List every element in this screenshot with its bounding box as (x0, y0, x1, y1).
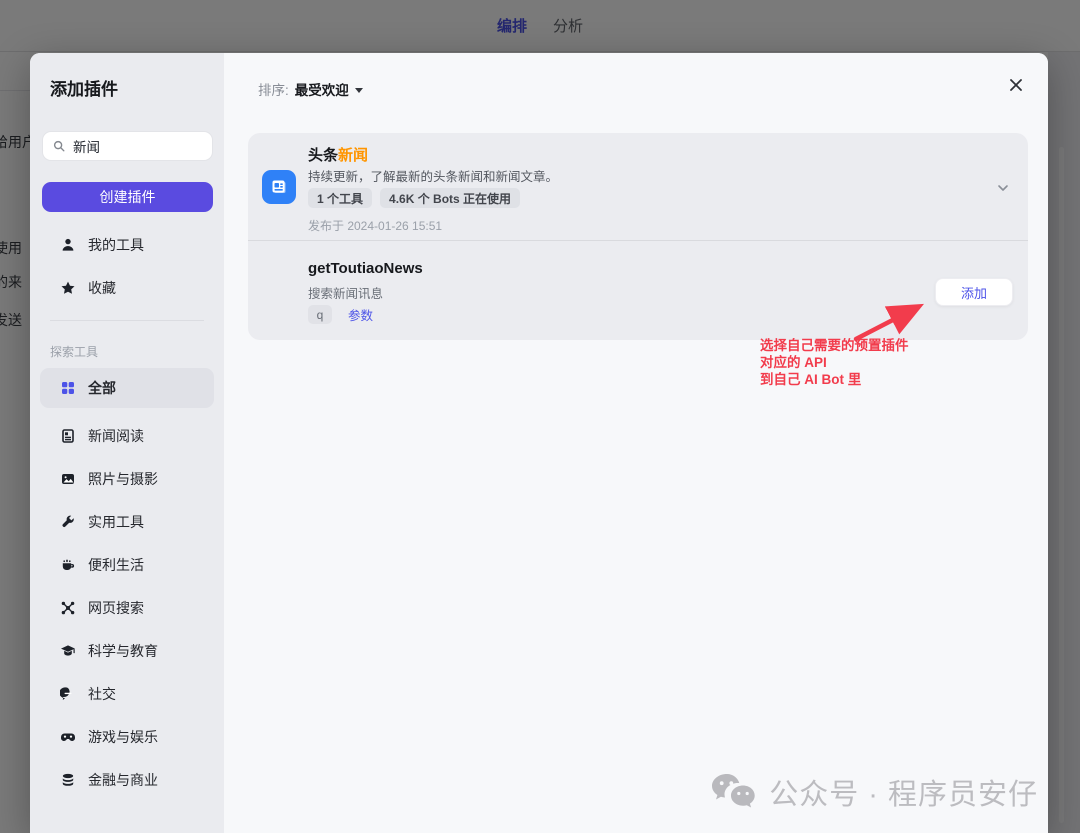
sidebar-item-social[interactable]: 社交 (40, 674, 214, 714)
news-icon (60, 428, 76, 444)
sidebar-item-favorites[interactable]: 收藏 (40, 268, 214, 308)
grid-icon (60, 380, 76, 396)
sidebar-item-label: 我的工具 (88, 237, 144, 253)
plugin-logo-icon (262, 170, 296, 204)
search-icon (52, 139, 66, 153)
education-icon (60, 643, 76, 659)
tool-name: getToutiaoNews (308, 260, 423, 277)
chevron-down-icon (354, 87, 363, 93)
sidebar-item-label: 收藏 (88, 280, 116, 296)
sidebar-item-daily-life[interactable]: 便利生活 (40, 545, 214, 585)
cup-icon (60, 557, 76, 573)
coins-icon (60, 772, 76, 788)
plugin-description: 持续更新，了解最新的头条新闻和新闻文章。 (308, 170, 559, 184)
sidebar-item-my-tools[interactable]: 我的工具 (40, 225, 214, 265)
modal-title: 添加插件 (50, 80, 118, 99)
explore-tools-section-label: 探索工具 (50, 345, 99, 359)
wrench-icon (60, 514, 76, 530)
wechat-icon (709, 772, 757, 812)
sidebar-item-label: 照片与摄影 (88, 471, 158, 487)
sidebar-item-finance-business[interactable]: 金融与商业 (40, 760, 214, 800)
collapse-chevron-icon[interactable] (995, 180, 1011, 201)
close-icon (1010, 79, 1022, 91)
close-button[interactable] (1006, 75, 1026, 95)
create-plugin-button[interactable]: 创建插件 (42, 182, 213, 212)
sidebar-divider (50, 320, 204, 321)
sidebar-item-label: 便利生活 (88, 557, 144, 573)
sidebar-item-label: 新闻阅读 (88, 428, 144, 444)
sidebar-item-all[interactable]: 全部 (40, 368, 214, 408)
sidebar-item-photo[interactable]: 照片与摄影 (40, 459, 214, 499)
watermark: 公众号 · 程序员安仔 (709, 771, 1038, 813)
web-search-icon (60, 600, 76, 616)
sort-row: 排序: 最受欢迎 (258, 79, 363, 99)
sidebar-item-label: 网页搜索 (88, 600, 144, 616)
bots-usage-badge: 4.6K 个 Bots 正在使用 (380, 188, 521, 208)
sidebar-item-science-education[interactable]: 科学与教育 (40, 631, 214, 671)
sort-dropdown[interactable]: 最受欢迎 (295, 79, 363, 99)
search-input[interactable] (73, 138, 203, 154)
publish-date: 发布于 2024-01-26 15:51 (308, 219, 443, 233)
plugin-list-area: 排序: 最受欢迎 头条新闻 持续更新，了解最新的头条新闻和新闻文章。 1 个工具 (224, 53, 1048, 833)
sidebar-item-news-reading[interactable]: 新闻阅读 (40, 416, 214, 456)
params-link[interactable]: 参数 (348, 305, 373, 324)
sidebar-item-label: 游戏与娱乐 (88, 729, 158, 745)
search-box[interactable] (42, 131, 213, 161)
watermark-text: 公众号 · 程序员安仔 (769, 779, 1038, 811)
add-button[interactable]: 添加 (935, 278, 1013, 306)
param-badge: q (308, 305, 332, 324)
photo-icon (60, 471, 76, 487)
sort-label: 排序: (258, 83, 289, 98)
screen: 编排 分析 给用户 使用 的来 发送 添加插件 创建插件 (0, 0, 1080, 833)
sidebar-item-label: 科学与教育 (88, 643, 158, 659)
plugin-title: 头条新闻 (308, 147, 369, 164)
tools-count-badge: 1 个工具 (308, 188, 373, 208)
card-divider (248, 240, 1028, 241)
annotation-text: 选择自己需要的预置插件 对应的 API 到自己 AI Bot 里 (760, 338, 909, 387)
tool-meta-row: q 参数 (308, 305, 373, 324)
sidebar-item-label: 全部 (88, 380, 116, 396)
add-plugin-modal: 添加插件 创建插件 我的工具 收藏 探索工具 (30, 53, 1048, 833)
sidebar-item-label: 社交 (88, 686, 116, 702)
sidebar-item-games-entertainment[interactable]: 游戏与娱乐 (40, 717, 214, 757)
sidebar-item-web-search[interactable]: 网页搜索 (40, 588, 214, 628)
plugin-badges: 1 个工具 4.6K 个 Bots 正在使用 (308, 188, 521, 208)
chat-icon (60, 686, 76, 702)
search-match-highlight: 新闻 (338, 147, 369, 164)
plugin-sidebar: 添加插件 创建插件 我的工具 收藏 探索工具 (30, 53, 224, 833)
star-icon (60, 280, 76, 296)
sidebar-item-label: 金融与商业 (88, 772, 158, 788)
tool-description: 搜索新闻讯息 (308, 287, 384, 301)
gamepad-icon (60, 729, 76, 745)
sort-value: 最受欢迎 (294, 83, 349, 98)
sidebar-item-utilities[interactable]: 实用工具 (40, 502, 214, 542)
user-icon (60, 237, 76, 253)
sidebar-item-label: 实用工具 (88, 514, 144, 530)
